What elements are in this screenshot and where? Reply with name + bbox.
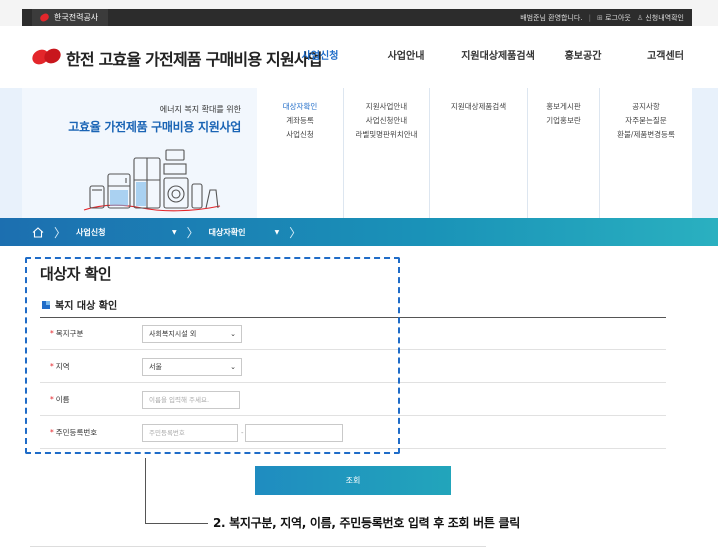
form-row-welfare-type: * 복지구분 사회복지시설 외 ⌄ (40, 318, 666, 350)
rrn-label: * 주민등록번호 (50, 417, 97, 449)
section-bullet-icon (42, 300, 50, 309)
region-label: * 지역 (50, 351, 70, 383)
required-mark: * (50, 395, 54, 404)
menu-account-register[interactable]: 계좌등록 (257, 114, 343, 128)
kepco-name: 한국전력공사 (54, 13, 99, 22)
menu-target-check[interactable]: 대상자확인 (257, 100, 343, 114)
logout-link[interactable]: ⊞ 로그아웃 (597, 13, 631, 23)
section-title: 복지 대상 확인 (42, 297, 117, 312)
gnb-promo[interactable]: 홍보공간 (547, 26, 619, 88)
user-icon: ♙ (636, 13, 644, 22)
search-button[interactable]: 조회 (255, 466, 451, 495)
required-mark: * (50, 329, 54, 338)
mega-menu-visual: 에너지 복지 확대를 위한 고효율 가전제품 구매비용 지원사업 (22, 88, 257, 218)
region-value: 서울 (149, 363, 162, 371)
home-icon[interactable] (32, 226, 44, 238)
visual-title: 고효율 가전제품 구매비용 지원사업 (68, 120, 241, 134)
mega-menu: 에너지 복지 확대를 위한 고효율 가전제품 구매비용 지원사업 대상자확인 계… (0, 88, 718, 218)
rrn-front-input[interactable]: 주민등록번호 (142, 424, 238, 442)
logout-icon: ⊞ (596, 13, 603, 22)
dropdown-arrow-icon[interactable]: ▼ (172, 229, 177, 236)
menu-apply[interactable]: 사업신청 (257, 128, 343, 142)
mega-menu-edge (692, 88, 718, 218)
form-row-region: * 지역 서울 ⌄ (40, 351, 666, 383)
chevron-right-icon: 〉 (289, 225, 302, 240)
divider: | (588, 13, 591, 22)
kepco-logo-icon (38, 12, 51, 23)
gnb-apply[interactable]: 사업신청 (277, 26, 363, 88)
menu-product-search[interactable]: 지원대상제품검색 (430, 100, 527, 114)
region-label-text: 지역 (55, 362, 70, 371)
required-mark: * (50, 428, 54, 437)
name-label-text: 이름 (55, 395, 70, 404)
rrn-back-input[interactable] (245, 424, 343, 442)
bottom-divider (30, 546, 486, 547)
mega-col-product-search: 지원대상제품검색 (429, 88, 527, 218)
welfare-type-select[interactable]: 사회복지시설 외 ⌄ (142, 325, 242, 343)
site-logo-icon[interactable] (29, 45, 64, 68)
region-select[interactable]: 서울 ⌄ (142, 358, 242, 376)
menu-faq[interactable]: 자주묻는질문 (600, 114, 692, 128)
menu-apply-guide[interactable]: 사업신청안내 (344, 114, 429, 128)
visual-subtitle: 에너지 복지 확대를 위한 (159, 105, 241, 114)
chevron-down-icon: ⌄ (230, 363, 236, 371)
callout-line-horizontal (145, 523, 208, 524)
welfare-type-value: 사회복지시설 외 (149, 330, 197, 338)
menu-program-guide[interactable]: 지원사업안내 (344, 100, 429, 114)
page-title: 대상자 확인 (40, 265, 112, 283)
greeting-text: 배범준님 환영합니다. (520, 13, 583, 22)
chevron-down-icon: ⌄ (230, 330, 236, 338)
mega-menu-columns: 대상자확인 계좌등록 사업신청 지원사업안내 사업신청안내 라벨및명판위치안내 … (257, 88, 692, 218)
mega-col-promo: 홍보게시판 기업홍보란 (527, 88, 599, 218)
rrn-dash: - (241, 429, 244, 437)
my-apply-link[interactable]: ♙ 신청내역확인 (637, 13, 684, 23)
gnb-customer-center[interactable]: 고객센터 (619, 26, 712, 88)
menu-label-guide[interactable]: 라벨및명판위치안내 (344, 128, 429, 142)
kepco-link[interactable]: 한국전력공사 (32, 9, 109, 26)
chevron-right-icon: 〉 (186, 225, 199, 240)
top-utility-bar: 한국전력공사 배범준님 환영합니다. | ⊞ 로그아웃 ♙ 신청내역확인 (0, 0, 718, 26)
callout-line-vertical (145, 458, 146, 524)
name-label: * 이름 (50, 384, 70, 416)
rrn-label-text: 주민등록번호 (55, 428, 98, 437)
chevron-right-icon: 〉 (54, 225, 67, 240)
breadcrumb-level1[interactable]: 사업신청 (76, 227, 166, 238)
menu-promo-board[interactable]: 홍보게시판 (528, 100, 599, 114)
logout-label: 로그아웃 (605, 13, 631, 22)
breadcrumb: 〉 사업신청 ▼ 〉 대상자확인 ▼ 〉 (0, 218, 718, 246)
site-header: 한전 고효율 가전제품 구매비용 지원사업 사업신청 사업안내 지원대상제품검색… (0, 26, 718, 88)
dropdown-arrow-icon[interactable]: ▼ (275, 229, 280, 236)
menu-refund[interactable]: 환불/제품변경등록 (600, 128, 692, 142)
appliances-illustration-icon (83, 149, 221, 212)
mega-col-customer: 공지사항 자주묻는질문 환불/제품변경등록 (599, 88, 692, 218)
welfare-type-label: * 복지구분 (50, 318, 83, 350)
mega-col-apply: 대상자확인 계좌등록 사업신청 (257, 88, 343, 218)
welfare-type-label-text: 복지구분 (55, 329, 84, 338)
mega-col-guide: 지원사업안내 사업신청안내 라벨및명판위치안내 (343, 88, 429, 218)
form-row-name: * 이름 이름을 입력해 주세요. (40, 384, 666, 416)
menu-company-promo[interactable]: 기업홍보란 (528, 114, 599, 128)
required-mark: * (50, 362, 54, 371)
menu-notice[interactable]: 공지사항 (600, 100, 692, 114)
section-title-text: 복지 대상 확인 (55, 301, 118, 312)
breadcrumb-level2[interactable]: 대상자확인 (209, 227, 269, 238)
callout-instruction: 2. 복지구분, 지역, 이름, 주민등록번호 입력 후 조회 버튼 클릭 (213, 516, 521, 530)
global-nav: 사업신청 사업안내 지원대상제품검색 홍보공간 고객센터 (277, 26, 712, 88)
top-utility-strip: 한국전력공사 배범준님 환영합니다. | ⊞ 로그아웃 ♙ 신청내역확인 (22, 9, 692, 26)
utility-links: 배범준님 환영합니다. | ⊞ 로그아웃 ♙ 신청내역확인 (520, 9, 684, 26)
gnb-guide[interactable]: 사업안내 (363, 26, 449, 88)
form-row-rrn: * 주민등록번호 주민등록번호 - (40, 417, 666, 449)
my-apply-label: 신청내역확인 (645, 13, 684, 22)
name-input[interactable]: 이름을 입력해 주세요. (142, 391, 240, 409)
gnb-product-search[interactable]: 지원대상제품검색 (449, 26, 547, 88)
